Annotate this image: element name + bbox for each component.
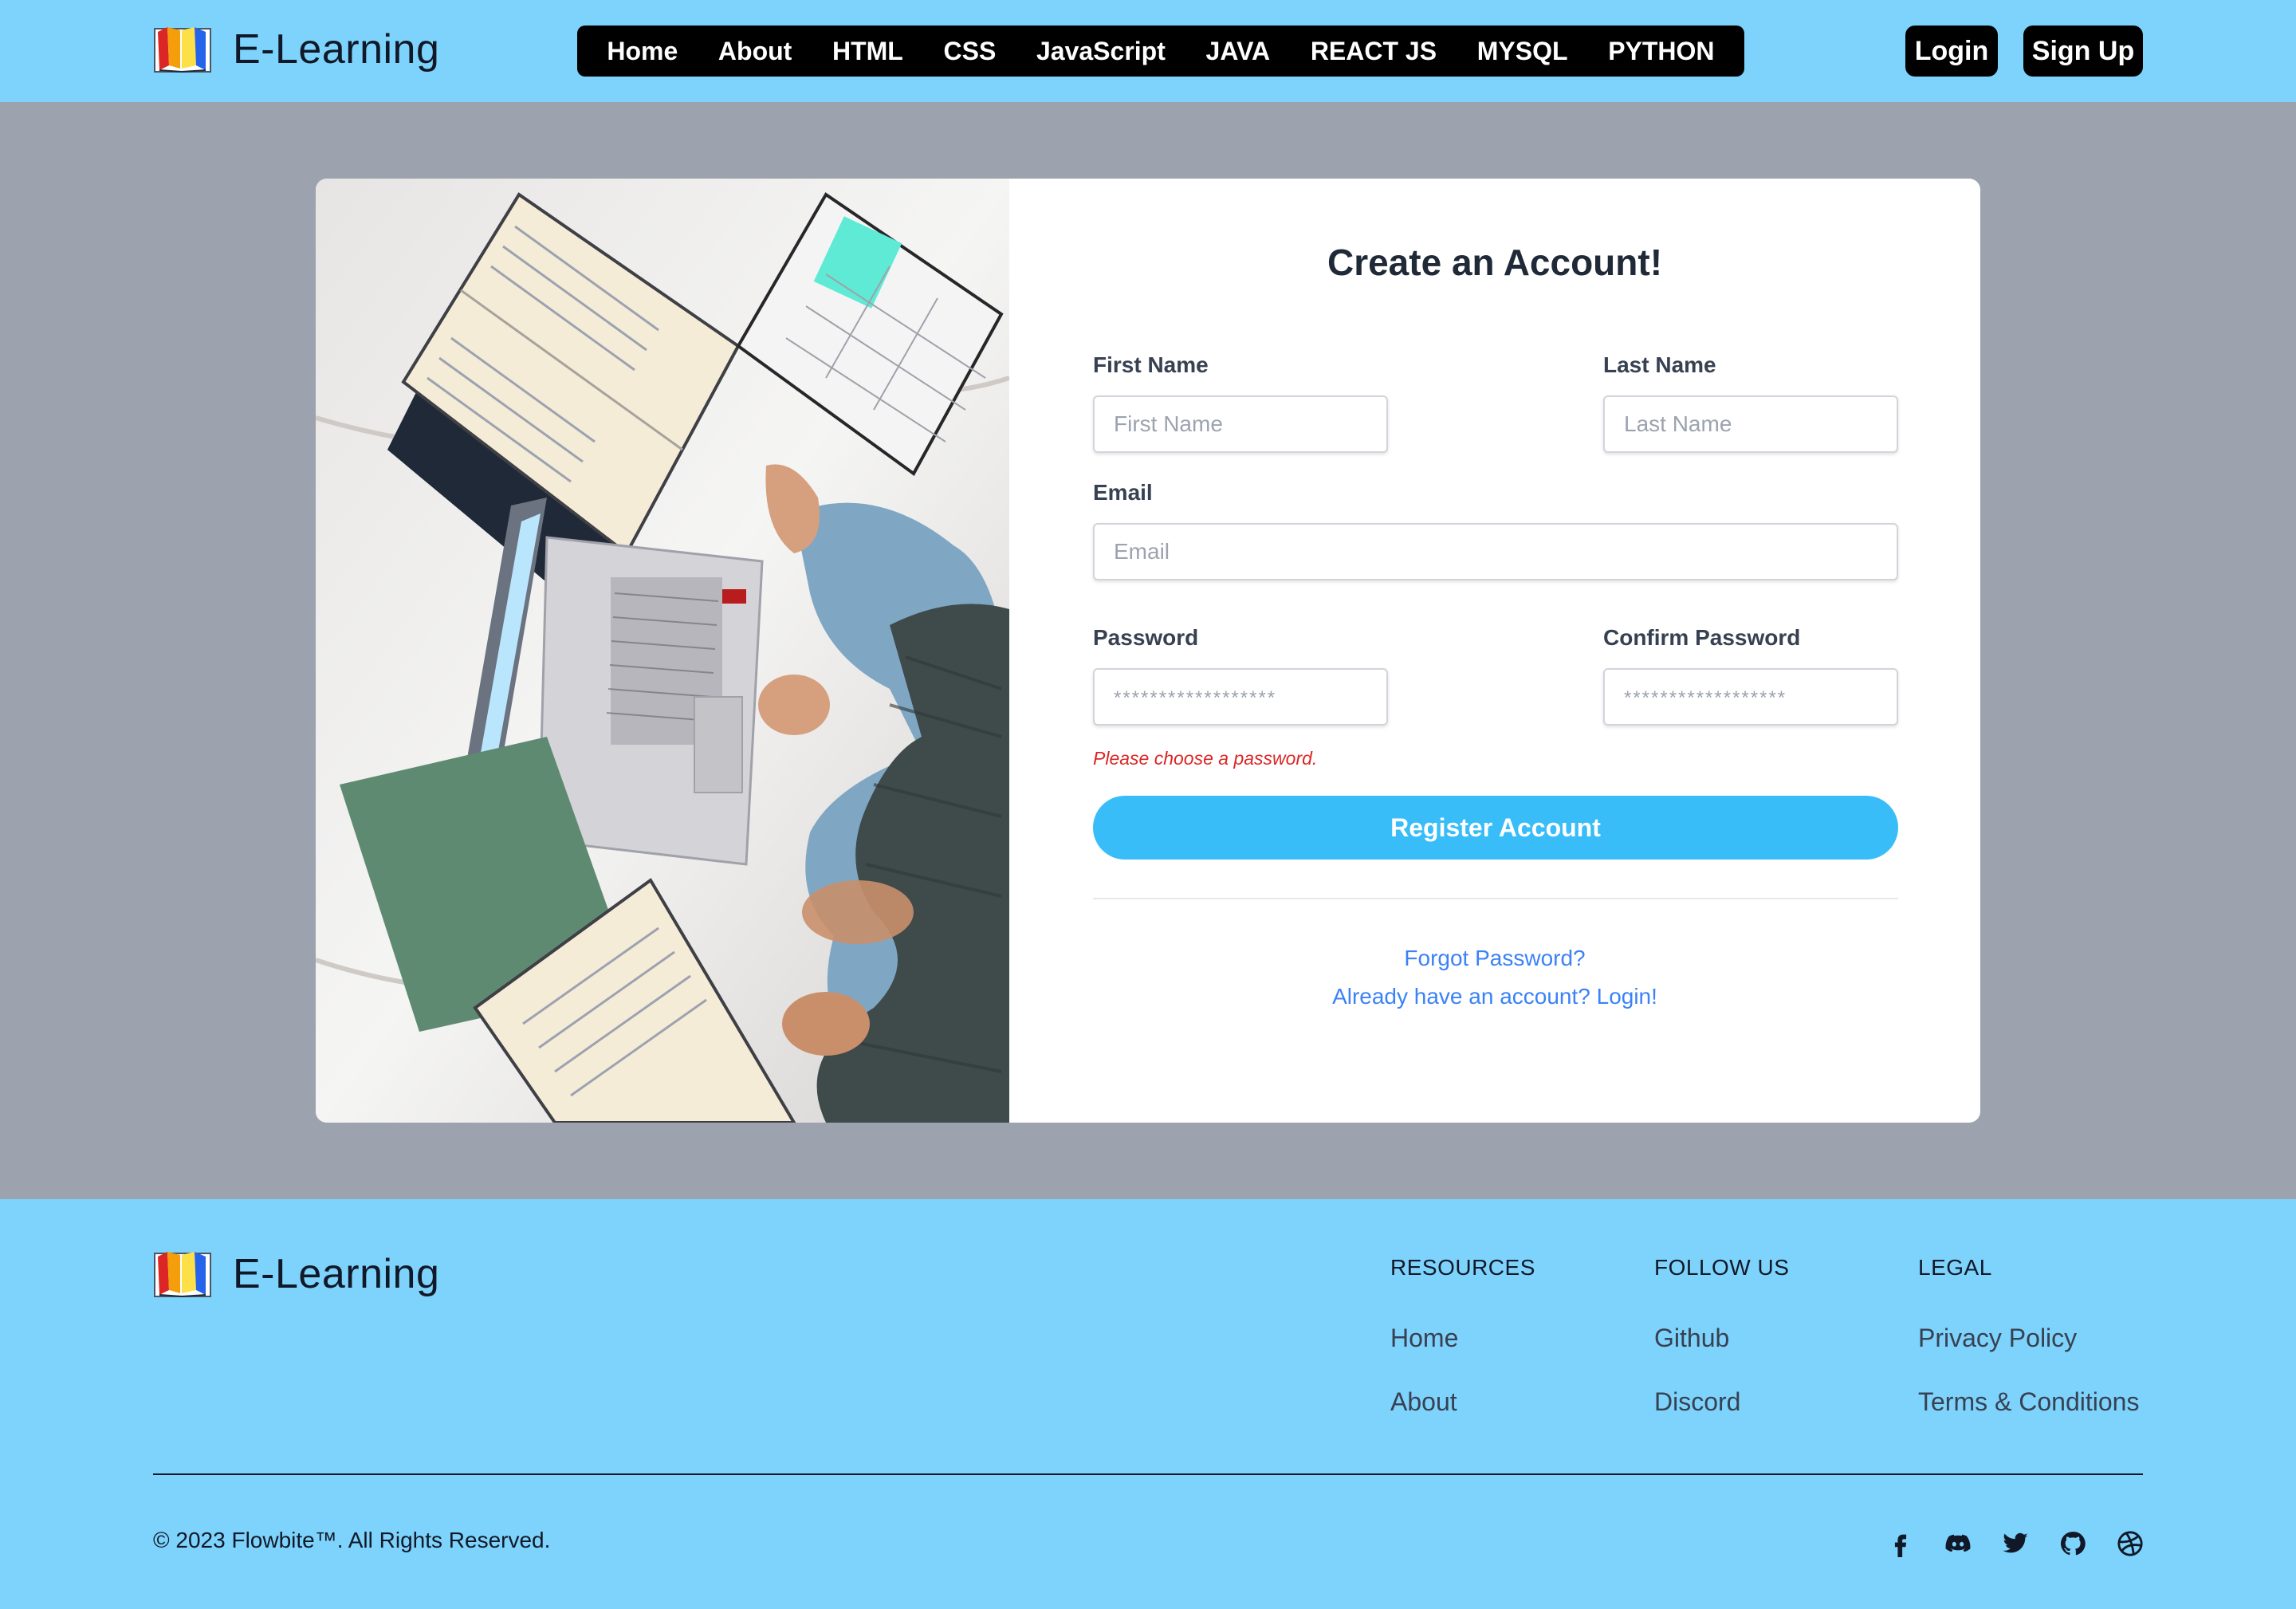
footer-link-privacy-policy[interactable]: Privacy Policy bbox=[1918, 1324, 2077, 1353]
footer-link-about[interactable]: About bbox=[1390, 1387, 1457, 1417]
password-input[interactable] bbox=[1093, 668, 1388, 726]
login-link[interactable]: Already have an account? Login! bbox=[1009, 984, 1980, 1009]
study-photo-image bbox=[316, 179, 1009, 1123]
form-divider bbox=[1093, 898, 1898, 899]
email-label: Email bbox=[1093, 480, 1153, 505]
nav-about[interactable]: About bbox=[718, 37, 792, 66]
confirm-password-input[interactable] bbox=[1603, 668, 1898, 726]
resources-heading: RESOURCES bbox=[1390, 1255, 1535, 1280]
footer-link-home[interactable]: Home bbox=[1390, 1324, 1458, 1353]
password-label: Password bbox=[1093, 625, 1199, 650]
twitter-icon[interactable] bbox=[1999, 1528, 2031, 1560]
top-header: E-Learning Home About HTML CSS JavaScrip… bbox=[0, 0, 2296, 102]
first-name-label: First Name bbox=[1093, 352, 1209, 377]
main-nav: Home About HTML CSS JavaScript JAVA REAC… bbox=[577, 26, 1744, 77]
open-book-logo-icon bbox=[154, 27, 211, 73]
last-name-input[interactable] bbox=[1603, 395, 1898, 453]
follow-us-heading: FOLLOW US bbox=[1654, 1255, 1790, 1280]
footer-link-discord[interactable]: Discord bbox=[1654, 1387, 1740, 1417]
brand[interactable]: E-Learning bbox=[153, 24, 439, 75]
forgot-password-link[interactable]: Forgot Password? bbox=[1009, 946, 1980, 971]
signup-button[interactable]: Sign Up bbox=[2023, 26, 2143, 77]
dribbble-icon[interactable] bbox=[2114, 1528, 2146, 1560]
footer-link-terms[interactable]: Terms & Conditions bbox=[1918, 1387, 2139, 1417]
register-form: Create an Account! First Name Last Name … bbox=[1009, 179, 1980, 1123]
footer-link-github[interactable]: Github bbox=[1654, 1324, 1729, 1353]
nav-python[interactable]: PYTHON bbox=[1608, 37, 1714, 66]
brand-name: E-Learning bbox=[233, 26, 440, 73]
nav-mysql[interactable]: MYSQL bbox=[1477, 37, 1568, 66]
nav-home[interactable]: Home bbox=[607, 37, 678, 66]
password-error-message: Please choose a password. bbox=[1093, 748, 1318, 769]
footer-divider bbox=[153, 1473, 2143, 1475]
footer-brand[interactable]: E-Learning bbox=[153, 1249, 439, 1300]
login-button[interactable]: Login bbox=[1905, 26, 1998, 77]
footer-brand-name: E-Learning bbox=[233, 1251, 440, 1297]
form-title: Create an Account! bbox=[1327, 242, 1663, 283]
register-card: Create an Account! First Name Last Name … bbox=[316, 179, 1980, 1123]
nav-html[interactable]: HTML bbox=[832, 37, 903, 66]
nav-java[interactable]: JAVA bbox=[1206, 37, 1271, 66]
site-footer: E-Learning RESOURCES Home About FOLLOW U… bbox=[0, 1199, 2296, 1609]
facebook-icon[interactable] bbox=[1885, 1528, 1917, 1560]
discord-icon[interactable] bbox=[1942, 1528, 1974, 1560]
nav-javascript[interactable]: JavaScript bbox=[1036, 37, 1166, 66]
email-input[interactable] bbox=[1093, 523, 1898, 580]
nav-react-js[interactable]: REACT JS bbox=[1311, 37, 1437, 66]
legal-heading: LEGAL bbox=[1918, 1255, 1992, 1280]
nav-css[interactable]: CSS bbox=[944, 37, 997, 66]
first-name-input[interactable] bbox=[1093, 395, 1388, 453]
last-name-label: Last Name bbox=[1603, 352, 1716, 377]
confirm-password-label: Confirm Password bbox=[1603, 625, 1801, 650]
copyright-text: © 2023 Flowbite™. All Rights Reserved. bbox=[153, 1528, 551, 1552]
open-book-logo-icon bbox=[154, 1252, 211, 1298]
github-icon[interactable] bbox=[2057, 1528, 2089, 1560]
register-account-button[interactable]: Register Account bbox=[1093, 796, 1898, 860]
